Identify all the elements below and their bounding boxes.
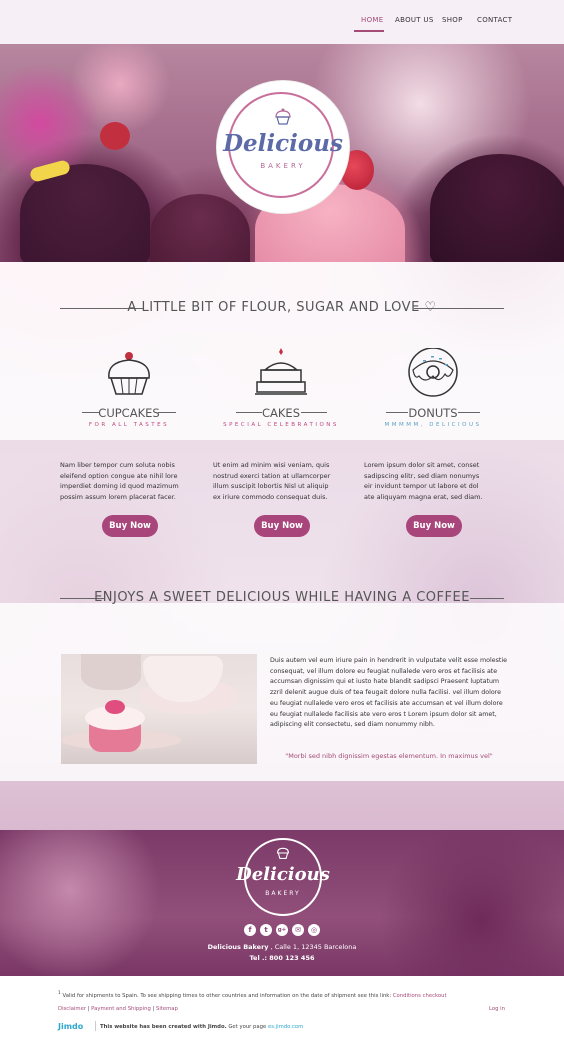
feature-description: Lorem ipsum dolor sit amet, conset sadip… <box>364 461 483 501</box>
footer-telephone: Tel .: 800 123 456 <box>249 954 315 962</box>
footer-address: Delicious Bakery , Calle 1, 12345 Barcel… <box>0 943 564 951</box>
jimdo-created-text: This website has been created with Jimdo… <box>100 1024 227 1030</box>
feature-description: Nam liber tempor cum soluta nobis eleife… <box>60 461 179 501</box>
feature-title: CUPCAKES <box>98 406 160 420</box>
feature-description: Ut enim ad minim wisi veniam, quis nostr… <box>213 461 331 501</box>
cupcake-coffee-photo <box>61 654 257 764</box>
coffee-quote: "Morbi sed nibh dignissim egestas elemen… <box>285 752 493 760</box>
jimdo-logo[interactable]: Jimdo <box>58 1022 83 1031</box>
buy-now-button-donuts[interactable]: Buy Now <box>406 515 462 537</box>
address-rest: , Calle 1, 12345 Barcelona <box>268 943 357 951</box>
feature-tagline: MMMMM, DELICIOUS <box>384 422 482 428</box>
feature-tagline: SPECIAL CELEBRATIONS <box>223 422 339 428</box>
footer-links: Disclaimer | Payment and Shipping | Site… <box>58 1006 178 1012</box>
jimdo-link[interactable]: es.jimdo.com <box>268 1024 303 1030</box>
feature-title: CAKES <box>261 406 300 420</box>
buy-now-button-cakes[interactable]: Buy Now <box>254 515 310 537</box>
coffee-paragraph: Duis autem vel eum iriure pain in hendre… <box>270 657 508 729</box>
nav-shop[interactable]: SHOP <box>442 16 463 24</box>
section-title-flour: A LITTLE BIT OF FLOUR, SUGAR AND LOVE ♡ <box>127 300 437 315</box>
cupcake-icon <box>108 352 150 395</box>
instagram-icon[interactable]: ◎ <box>308 924 320 936</box>
login-link[interactable]: Log in <box>489 1006 505 1012</box>
donut-icon <box>408 348 458 397</box>
conditions-checkout-link[interactable]: Conditions checkout <box>393 993 447 999</box>
footnote-text: Valid for shipments to Spain. To see shi… <box>60 992 393 999</box>
get-page-text: Get your page <box>226 1024 268 1030</box>
feature-cakes: CAKES SPECIAL CELEBRATIONS <box>206 348 356 448</box>
buy-now-button-cupcakes[interactable]: Buy Now <box>102 515 158 537</box>
nav-home[interactable]: HOME <box>361 16 383 24</box>
disclaimer-link[interactable]: Disclaimer <box>58 1006 86 1012</box>
nav-contact[interactable]: CONTACT <box>477 16 512 24</box>
address-name: Delicious Bakery <box>207 943 269 951</box>
divider <box>95 1021 96 1031</box>
payment-shipping-link[interactable]: Payment and Shipping <box>91 1006 151 1012</box>
sitemap-link[interactable]: Sitemap <box>156 1006 178 1012</box>
feature-cupcakes: CUPCAKES FOR ALL TASTES <box>54 348 204 448</box>
nav-about-us[interactable]: ABOUT US <box>395 16 434 24</box>
shipping-footnote: 1 Valid for shipments to Spain. To see s… <box>58 991 447 999</box>
cake-icon <box>255 348 307 395</box>
footer-cupcake-icon <box>277 847 289 859</box>
footer-logo-title: Delicious <box>236 864 330 885</box>
logo-title: Delicious <box>223 130 343 157</box>
email-icon[interactable]: ✉ <box>292 924 304 936</box>
feature-title: DONUTS <box>408 406 458 420</box>
section-title-coffee: ENJOYS A SWEET DELICIOUS WHILE HAVING A … <box>94 590 470 605</box>
facebook-icon[interactable]: f <box>244 924 256 936</box>
google-plus-icon[interactable]: g+ <box>276 924 288 936</box>
jimdo-credit: This website has been created with Jimdo… <box>100 1024 303 1030</box>
nav-active-underline <box>354 30 384 32</box>
top-navigation: HOME ABOUT US SHOP CONTACT <box>0 0 564 44</box>
cupcake-logo-icon <box>275 108 291 125</box>
twitter-icon[interactable]: t <box>260 924 272 936</box>
footer-logo-subtitle: BAKERY <box>265 890 301 897</box>
feature-donuts: DONUTS MMMMM, DELICIOUS <box>358 348 508 448</box>
logo-subtitle: BAKERY <box>260 162 306 170</box>
feature-tagline: FOR ALL TASTES <box>88 422 170 428</box>
